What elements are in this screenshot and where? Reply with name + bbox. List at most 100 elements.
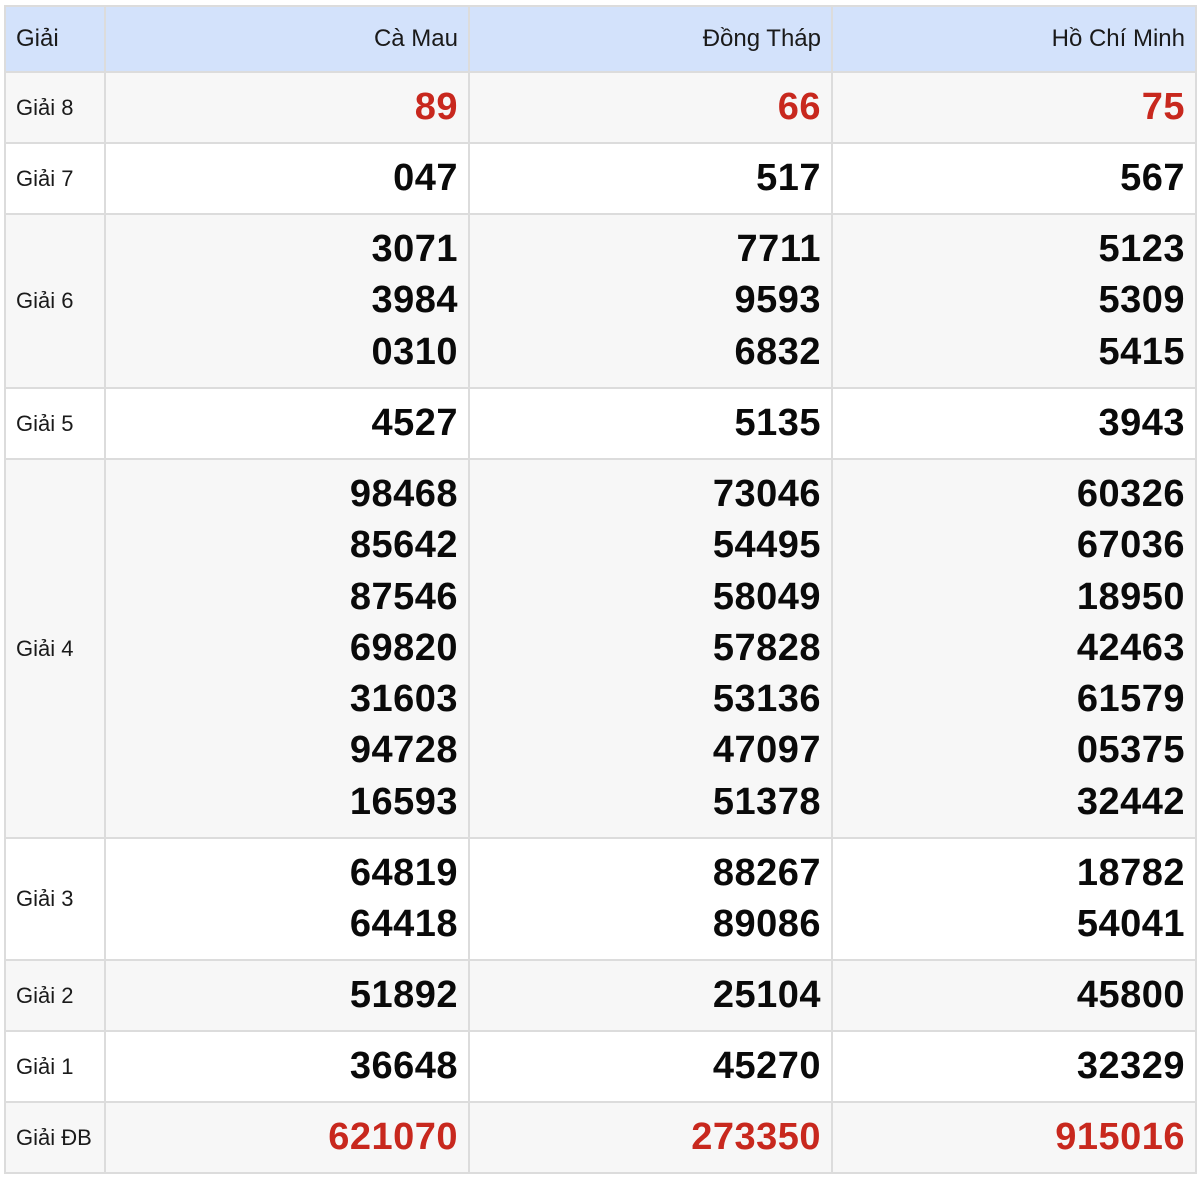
result-cell-ca-mau: 98468 85642 87546 69820 31603 94728 16593 bbox=[104, 458, 470, 839]
winning-number: 51378 bbox=[712, 780, 821, 823]
result-cell-ho-chi-minh: 915016 bbox=[831, 1101, 1197, 1174]
result-cell-ho-chi-minh: 45800 bbox=[831, 959, 1197, 1032]
result-cell-ca-mau: 51892 bbox=[104, 959, 470, 1032]
winning-number: 64418 bbox=[349, 903, 458, 945]
header-province-ho-chi-minh: Hồ Chí Minh bbox=[831, 5, 1197, 73]
winning-number: 3071 bbox=[371, 228, 458, 271]
winning-number: 45800 bbox=[1076, 973, 1185, 1016]
winning-number: 64819 bbox=[349, 851, 458, 894]
winning-number: 567 bbox=[1120, 156, 1185, 199]
winning-number: 73046 bbox=[712, 472, 821, 515]
result-cell-ho-chi-minh: 5123 5309 5415 bbox=[831, 213, 1197, 389]
winning-number: 32442 bbox=[1076, 780, 1185, 823]
result-cell-dong-thap: 88267 89086 bbox=[468, 837, 833, 961]
winning-number: 621070 bbox=[328, 1115, 458, 1158]
winning-number: 42463 bbox=[1076, 626, 1185, 669]
winning-number: 9593 bbox=[734, 279, 821, 322]
header-prize: Giải bbox=[4, 5, 106, 73]
prize-label: Giải 5 bbox=[4, 387, 106, 460]
prize-label: Giải 2 bbox=[4, 959, 106, 1032]
result-cell-dong-thap: 45270 bbox=[468, 1030, 833, 1103]
prize-label: Giải 4 bbox=[4, 458, 106, 839]
winning-number: 25104 bbox=[712, 973, 821, 1016]
winning-number: 51892 bbox=[349, 973, 458, 1016]
result-cell-ca-mau: 047 bbox=[104, 142, 470, 215]
prize-label: Giải 8 bbox=[4, 71, 106, 144]
result-cell-ca-mau: 89 bbox=[104, 71, 470, 144]
winning-number: 69820 bbox=[349, 626, 458, 669]
winning-number: 88267 bbox=[712, 851, 821, 894]
result-cell-ca-mau: 4527 bbox=[104, 387, 470, 460]
result-cell-dong-thap: 73046 54495 58049 57828 53136 47097 51378 bbox=[468, 458, 833, 839]
winning-number: 87546 bbox=[349, 575, 458, 618]
result-cell-ho-chi-minh: 75 bbox=[831, 71, 1197, 144]
winning-number: 66 bbox=[777, 85, 821, 128]
result-cell-dong-thap: 7711 9593 6832 bbox=[468, 213, 833, 389]
result-cell-dong-thap: 517 bbox=[468, 142, 833, 215]
winning-number: 58049 bbox=[712, 575, 821, 618]
winning-number: 5123 bbox=[1098, 228, 1185, 271]
result-cell-ca-mau: 64819 64418 bbox=[104, 837, 470, 961]
winning-number: 54041 bbox=[1076, 903, 1185, 945]
winning-number: 89086 bbox=[712, 903, 821, 945]
prize-row: Giải 3 64819 64418 88267 89086 18782 54041 bbox=[4, 837, 1197, 961]
result-cell-dong-thap: 5135 bbox=[468, 387, 833, 460]
winning-number: 61579 bbox=[1076, 678, 1185, 721]
winning-number: 60326 bbox=[1076, 472, 1185, 515]
winning-number: 517 bbox=[756, 156, 821, 199]
prize-label: Giải 1 bbox=[4, 1030, 106, 1103]
winning-number: 89 bbox=[414, 85, 458, 128]
winning-number: 31603 bbox=[349, 678, 458, 721]
winning-number: 273350 bbox=[691, 1115, 821, 1158]
prize-row: Giải 2 51892 25104 45800 bbox=[4, 959, 1197, 1032]
winning-number: 75 bbox=[1141, 85, 1185, 128]
result-cell-ca-mau: 621070 bbox=[104, 1101, 470, 1174]
winning-number: 53136 bbox=[712, 678, 821, 721]
result-cell-ho-chi-minh: 32329 bbox=[831, 1030, 1197, 1103]
winning-number: 3943 bbox=[1098, 401, 1185, 444]
prize-row: Giải 8 89 66 75 bbox=[4, 71, 1197, 144]
winning-number: 67036 bbox=[1076, 524, 1185, 567]
winning-number: 16593 bbox=[349, 780, 458, 823]
result-cell-ho-chi-minh: 3943 bbox=[831, 387, 1197, 460]
winning-number: 45270 bbox=[712, 1044, 821, 1087]
winning-number: 5309 bbox=[1098, 279, 1185, 322]
prize-row: Giải 7 047 517 567 bbox=[4, 142, 1197, 215]
winning-number: 36648 bbox=[349, 1044, 458, 1087]
prize-row: Giải ĐB 621070 273350 915016 bbox=[4, 1101, 1197, 1174]
result-cell-ho-chi-minh: 567 bbox=[831, 142, 1197, 215]
prize-row: Giải 1 36648 45270 32329 bbox=[4, 1030, 1197, 1103]
lottery-results-table: Giải Cà Mau Đồng Tháp Hồ Chí Minh Giải 8… bbox=[4, 5, 1197, 1174]
prize-row: Giải 4 98468 85642 87546 69820 31603 94728 1659… bbox=[4, 458, 1197, 839]
prize-row: Giải 6 3071 3984 0310 7711 9593 6832 5123 5309 54… bbox=[4, 213, 1197, 389]
result-cell-dong-thap: 66 bbox=[468, 71, 833, 144]
winning-number: 7711 bbox=[736, 228, 821, 271]
results-body: Giải 8 89 66 75 Giải 7 047 517 567 Giải 6 3071 398… bbox=[4, 71, 1197, 1174]
prize-row: Giải 5 4527 5135 3943 bbox=[4, 387, 1197, 460]
prize-label: Giải ĐB bbox=[4, 1101, 106, 1174]
winning-number: 98468 bbox=[349, 472, 458, 515]
winning-number: 4527 bbox=[371, 401, 458, 444]
header-province-dong-thap: Đồng Tháp bbox=[468, 5, 833, 73]
winning-number: 85642 bbox=[349, 524, 458, 567]
header-province-ca-mau: Cà Mau bbox=[104, 5, 470, 73]
winning-number: 32329 bbox=[1076, 1044, 1185, 1087]
winning-number: 5135 bbox=[734, 401, 821, 444]
winning-number: 5415 bbox=[1098, 330, 1185, 373]
winning-number: 6832 bbox=[734, 330, 821, 373]
result-cell-ho-chi-minh: 18782 54041 bbox=[831, 837, 1197, 961]
result-cell-ho-chi-minh: 60326 67036 18950 42463 61579 05375 32442 bbox=[831, 458, 1197, 839]
winning-number: 3984 bbox=[371, 279, 458, 322]
winning-number: 05375 bbox=[1076, 729, 1185, 772]
winning-number: 18782 bbox=[1076, 851, 1185, 894]
winning-number: 54495 bbox=[712, 524, 821, 567]
prize-label: Giải 7 bbox=[4, 142, 106, 215]
result-cell-dong-thap: 25104 bbox=[468, 959, 833, 1032]
winning-number: 0310 bbox=[371, 330, 458, 373]
winning-number: 18950 bbox=[1076, 575, 1185, 618]
prize-label: Giải 6 bbox=[4, 213, 106, 389]
prize-label: Giải 3 bbox=[4, 837, 106, 961]
winning-number: 915016 bbox=[1055, 1115, 1185, 1158]
winning-number: 94728 bbox=[349, 729, 458, 772]
winning-number: 47097 bbox=[712, 729, 821, 772]
